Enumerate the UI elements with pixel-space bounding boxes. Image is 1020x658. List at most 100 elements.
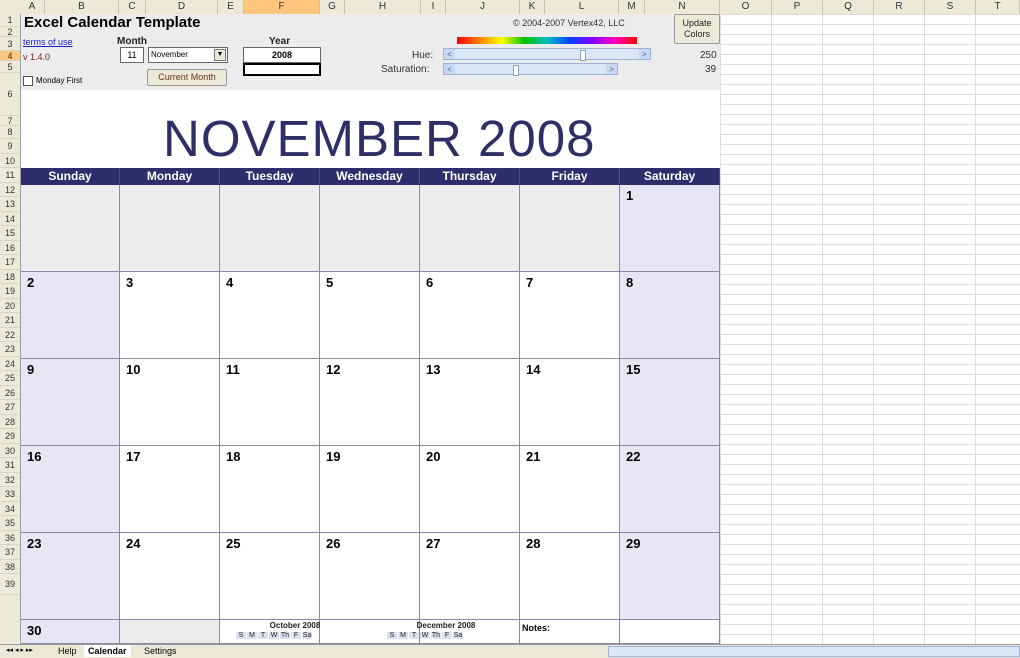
update-colors-button[interactable]: Update Colors [674, 14, 720, 44]
column-header-E[interactable]: E [218, 0, 244, 14]
empty-day-cell[interactable] [320, 185, 420, 272]
row-header-11[interactable]: 11 [0, 168, 20, 183]
row-header-16[interactable]: 16 [0, 241, 20, 255]
column-header-G[interactable]: G [320, 0, 345, 14]
hue-right-arrow-icon[interactable]: > [639, 49, 650, 59]
day-cell[interactable]: 4 [220, 272, 320, 359]
row-header-30[interactable]: 30 [0, 444, 20, 458]
tab-help[interactable]: Help [54, 645, 81, 657]
day-cell[interactable]: 15 [620, 359, 720, 446]
year-field[interactable]: 2008 [243, 47, 321, 63]
empty-grid-area[interactable] [720, 14, 1020, 644]
column-header-M[interactable]: M [619, 0, 645, 14]
day-cell[interactable]: 16 [21, 446, 120, 533]
hue-slider-thumb[interactable] [580, 50, 586, 61]
column-header-A[interactable]: A [20, 0, 45, 14]
column-header-C[interactable]: C [119, 0, 146, 14]
row-header-29[interactable]: 29 [0, 429, 20, 444]
saturation-slider[interactable]: < > [443, 63, 618, 76]
day-cell[interactable]: 14 [520, 359, 620, 446]
empty-day-cell[interactable] [120, 620, 220, 644]
column-header-S[interactable]: S [925, 0, 976, 14]
column-header-B[interactable]: B [45, 0, 119, 14]
row-header-3[interactable]: 3 [0, 37, 20, 51]
row-header-31[interactable]: 31 [0, 458, 20, 473]
row-header-38[interactable]: 38 [0, 560, 20, 574]
row-header-23[interactable]: 23 [0, 342, 20, 357]
row-header-2[interactable]: 2 [0, 27, 20, 37]
horizontal-scrollbar[interactable] [608, 646, 1020, 657]
saturation-right-arrow-icon[interactable]: > [606, 64, 617, 74]
row-header-15[interactable]: 15 [0, 226, 20, 241]
day-cell[interactable]: 8 [620, 272, 720, 359]
column-header-R[interactable]: R [874, 0, 925, 14]
column-header-I[interactable]: I [421, 0, 446, 14]
row-header-24[interactable]: 24 [0, 357, 20, 371]
current-month-button[interactable]: Current Month [147, 69, 227, 86]
day-cell[interactable]: 20 [420, 446, 520, 533]
day-cell[interactable]: 21 [520, 446, 620, 533]
monday-first-checkbox[interactable] [23, 76, 33, 86]
day-cell[interactable]: 29 [620, 533, 720, 620]
hue-slider[interactable]: < > [443, 48, 651, 61]
saturation-slider-thumb[interactable] [513, 65, 519, 76]
row-header-36[interactable]: 36 [0, 531, 20, 545]
saturation-left-arrow-icon[interactable]: < [444, 64, 455, 74]
day-cell[interactable]: 9 [21, 359, 120, 446]
day-cell[interactable]: 11 [220, 359, 320, 446]
row-header-12[interactable]: 12 [0, 183, 20, 197]
row-header-20[interactable]: 20 [0, 299, 20, 313]
row-header-27[interactable]: 27 [0, 400, 20, 415]
row-header-37[interactable]: 37 [0, 545, 20, 560]
day-cell[interactable]: 19 [320, 446, 420, 533]
row-header-26[interactable]: 26 [0, 386, 20, 400]
day-cell[interactable]: 1 [620, 185, 720, 272]
day-cell[interactable]: 24 [120, 533, 220, 620]
day-cell[interactable]: 2 [21, 272, 120, 359]
column-header-F[interactable]: F [244, 0, 320, 14]
row-header-9[interactable]: 9 [0, 139, 20, 154]
terms-of-use-link[interactable]: terms of use [23, 37, 73, 47]
day-cell[interactable]: 10 [120, 359, 220, 446]
day-cell[interactable]: 23 [21, 533, 120, 620]
row-header-18[interactable]: 18 [0, 270, 20, 284]
row-header-7[interactable]: 7 [0, 116, 20, 126]
row-header-39[interactable]: 39 [0, 574, 20, 595]
empty-day-cell[interactable] [120, 185, 220, 272]
day-cell[interactable]: 18 [220, 446, 320, 533]
day-cell[interactable]: 30 [21, 620, 120, 644]
tab-settings[interactable]: Settings [140, 645, 181, 657]
column-header-L[interactable]: L [545, 0, 619, 14]
column-header-K[interactable]: K [520, 0, 545, 14]
column-header-P[interactable]: P [772, 0, 823, 14]
column-header-T[interactable]: T [976, 0, 1020, 14]
tab-calendar[interactable]: Calendar [84, 645, 131, 657]
row-header-34[interactable]: 34 [0, 502, 20, 516]
empty-day-cell[interactable] [620, 620, 720, 644]
day-cell[interactable]: 26 [320, 533, 420, 620]
row-header-17[interactable]: 17 [0, 255, 20, 270]
day-cell[interactable]: 25 [220, 533, 320, 620]
column-header-D[interactable]: D [146, 0, 218, 14]
row-header-25[interactable]: 25 [0, 371, 20, 386]
column-header-J[interactable]: J [446, 0, 520, 14]
row-header-10[interactable]: 10 [0, 154, 20, 168]
empty-day-cell[interactable] [21, 185, 120, 272]
row-header-5[interactable]: 5 [0, 61, 20, 73]
empty-day-cell[interactable] [220, 185, 320, 272]
row-header-14[interactable]: 14 [0, 212, 20, 226]
chevron-down-icon[interactable]: ▼ [214, 49, 226, 61]
empty-day-cell[interactable] [520, 185, 620, 272]
day-cell[interactable]: 22 [620, 446, 720, 533]
sheet-nav-arrows-icon[interactable]: ◂◂ ◂ ▸ ▸▸ [2, 645, 37, 657]
selected-cell[interactable] [243, 63, 321, 76]
day-cell[interactable]: 13 [420, 359, 520, 446]
row-header-33[interactable]: 33 [0, 487, 20, 502]
row-header-13[interactable]: 13 [0, 197, 20, 212]
day-cell[interactable]: 17 [120, 446, 220, 533]
month-number-field[interactable]: 11 [120, 47, 144, 63]
row-header-1[interactable]: 1 [0, 14, 20, 27]
hue-left-arrow-icon[interactable]: < [444, 49, 455, 59]
row-header-21[interactable]: 21 [0, 313, 20, 328]
row-header-32[interactable]: 32 [0, 473, 20, 487]
